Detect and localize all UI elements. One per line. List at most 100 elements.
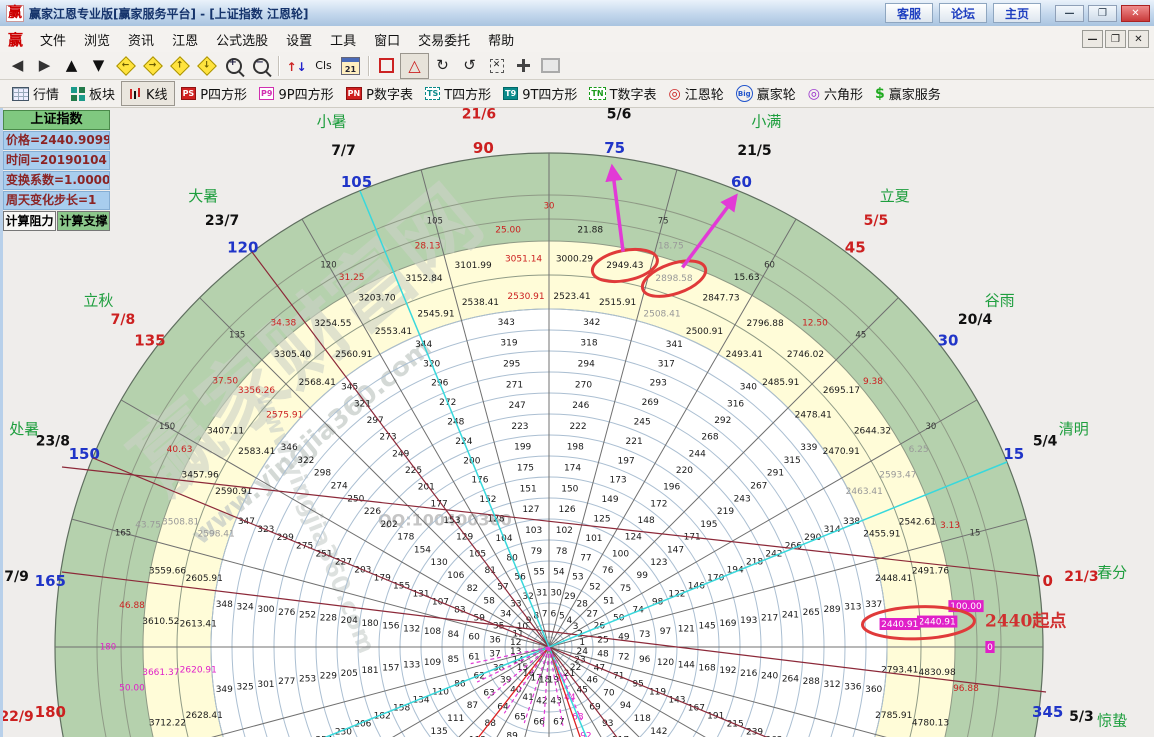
gann-wheel-chart[interactable]: 赢家财富网 www.yingjia360.com www.yingjia360.co… — [0, 108, 1154, 737]
view-button-T四方形[interactable]: TS T四方形 — [419, 82, 497, 105]
close-button[interactable]: ✕ — [1121, 4, 1150, 22]
date-label: 23/8 — [36, 433, 70, 449]
spiral-number: 268 — [701, 433, 718, 443]
delete-box-icon[interactable]: ✕ — [483, 54, 510, 78]
restore-button[interactable]: ❐ — [1088, 4, 1117, 22]
inner-price-value: 2478.41 — [795, 411, 832, 421]
back-arrow-icon[interactable]: ◀ — [4, 54, 31, 78]
diamond-up-icon-glyph: ↑ — [169, 55, 190, 76]
spiral-number: 217 — [761, 613, 778, 623]
panel-button-0[interactable]: 计算阻力 — [3, 211, 56, 231]
menu-item-5[interactable]: 设置 — [277, 27, 321, 52]
menu-item-2[interactable]: 资讯 — [119, 27, 163, 52]
spiral-number: 123 — [650, 558, 667, 568]
mdi-button-1[interactable]: ❐ — [1105, 30, 1126, 48]
outer-price-value: 2542.61 — [899, 517, 936, 527]
outer-price-value: 3407.11 — [207, 426, 244, 436]
spiral-number: 222 — [569, 422, 586, 432]
menu-item-8[interactable]: 交易委托 — [409, 27, 479, 52]
view-button-江恩轮[interactable]: ◎ 江恩轮 — [663, 82, 730, 105]
view-button-T数字表[interactable]: TN T数字表 — [583, 82, 662, 105]
rotate-ccw-icon[interactable]: ↺ — [456, 54, 483, 78]
green-value: 3.13 — [940, 521, 960, 531]
menu-item-9[interactable]: 帮助 — [479, 27, 523, 52]
solar-term-label: 小满 — [751, 113, 781, 131]
view-button-P数字表[interactable]: PN P数字表 — [340, 82, 419, 105]
forward-arrow-icon[interactable]: ▶ — [31, 54, 58, 78]
menu-item-6[interactable]: 工具 — [321, 27, 365, 52]
panel-button-1[interactable]: 计算支撑 — [57, 211, 110, 231]
outer-degree-label: 15 — [1003, 445, 1024, 463]
rotate-ccw-icon-glyph: ↺ — [463, 56, 476, 74]
degree-label: 150 — [159, 422, 175, 432]
view-button-行情[interactable]: 行情 — [6, 82, 65, 105]
inner-price-value: 2538.41 — [462, 298, 499, 308]
view-label: P四方形 — [200, 88, 248, 103]
menu-logo-icon: 赢 — [8, 30, 24, 49]
date-label: 7/9 — [4, 569, 29, 585]
view-button-六角形[interactable]: ◎ 六角形 — [802, 82, 869, 105]
spiral-number: 79 — [531, 547, 543, 557]
inner-price-value: 2583.41 — [238, 447, 275, 457]
fit-icon[interactable] — [510, 54, 537, 78]
degree-label: 135 — [229, 331, 245, 341]
mdi-button-2[interactable]: ✕ — [1128, 30, 1149, 48]
view-button-赢家服务[interactable]: $ 赢家服务 — [869, 82, 947, 105]
panel-row-3: 周天变化步长=1 — [3, 191, 110, 210]
spiral-number: 174 — [564, 464, 581, 474]
mdi-button-0[interactable]: — — [1082, 30, 1103, 48]
spiral-number: 192 — [719, 666, 736, 676]
view-label: 9P四方形 — [278, 88, 334, 103]
title-link-2[interactable]: 主页 — [993, 3, 1041, 23]
diamond-left-icon[interactable]: ← — [112, 54, 139, 78]
up-triangle-icon[interactable]: ▲ — [58, 54, 85, 78]
up-triangle-icon-glyph: ▲ — [65, 56, 78, 74]
menu-item-4[interactable]: 公式选股 — [207, 27, 277, 52]
spiral-number: 252 — [299, 611, 316, 621]
diamond-up-icon[interactable]: ↑ — [166, 54, 193, 78]
view-button-赢家轮[interactable]: Big 赢家轮 — [730, 82, 802, 105]
view-button-9P四方形[interactable]: P9 9P四方形 — [253, 82, 340, 105]
triangle-tool-icon[interactable]: △ — [400, 52, 429, 79]
solar-term-label: 清明 — [1059, 420, 1089, 438]
view-button-板块[interactable]: 板块 — [65, 82, 121, 105]
menu-item-1[interactable]: 浏览 — [75, 27, 119, 52]
views-toolbar: 行情 板块 K线 PS P四方形 P9 9P四方形 PN P数字表 TS T四方形 T9 9T四方形 TN… — [0, 80, 1154, 108]
cls-button[interactable]: Cls — [310, 54, 337, 78]
outer-price-value: 2644.32 — [854, 426, 891, 436]
spiral-number: 7 — [542, 609, 548, 619]
spiral-number: 229 — [320, 672, 337, 682]
zoom-out-icon[interactable]: − — [247, 54, 274, 78]
title-link-0[interactable]: 客服 — [885, 3, 933, 23]
spiral-number: 61 — [468, 652, 479, 662]
solar-term-label: 立夏 — [880, 187, 910, 205]
view-label: 9T四方形 — [522, 88, 578, 103]
outer-price-value: 2796.88 — [747, 319, 784, 329]
zoom-in-icon[interactable]: + — [220, 54, 247, 78]
date-label: 7/7 — [331, 143, 356, 159]
down-triangle-icon[interactable]: ▼ — [85, 54, 112, 78]
screen-icon[interactable] — [537, 54, 564, 78]
minimize-button[interactable]: — — [1055, 4, 1084, 22]
calendar-icon[interactable]: 21 — [337, 54, 364, 78]
diamond-down-icon[interactable]: ↓ — [193, 54, 220, 78]
view-button-P四方形[interactable]: PS P四方形 — [175, 82, 253, 105]
rotate-cw-icon[interactable]: ↻ — [429, 54, 456, 78]
menu-item-0[interactable]: 文件 — [31, 27, 75, 52]
menu-item-3[interactable]: 江恩 — [163, 27, 207, 52]
diamond-right-icon[interactable]: → — [139, 54, 166, 78]
view-button-K线[interactable]: K线 — [121, 81, 175, 106]
gann-wheel-canvas[interactable]: 赢家财富网www.yingjia360.comwww.yingjia360.co… — [0, 108, 1154, 737]
date-label: 21/3 — [1064, 569, 1098, 585]
view-button-9T四方形[interactable]: T9 9T四方形 — [497, 82, 583, 105]
spiral-number: 228 — [320, 613, 337, 623]
spiral-number: 289 — [823, 605, 840, 615]
menu-item-7[interactable]: 窗口 — [365, 27, 409, 52]
square-tool-icon[interactable] — [373, 54, 400, 78]
big-wheel-icon: Big — [735, 85, 753, 102]
outer-degree-label: 180 — [35, 703, 66, 721]
updown-icon[interactable]: ↑↓ — [283, 54, 310, 78]
title-link-1[interactable]: 论坛 — [939, 3, 987, 23]
spiral-number: 72 — [618, 652, 629, 662]
date-label: 5/3 — [1069, 709, 1094, 725]
